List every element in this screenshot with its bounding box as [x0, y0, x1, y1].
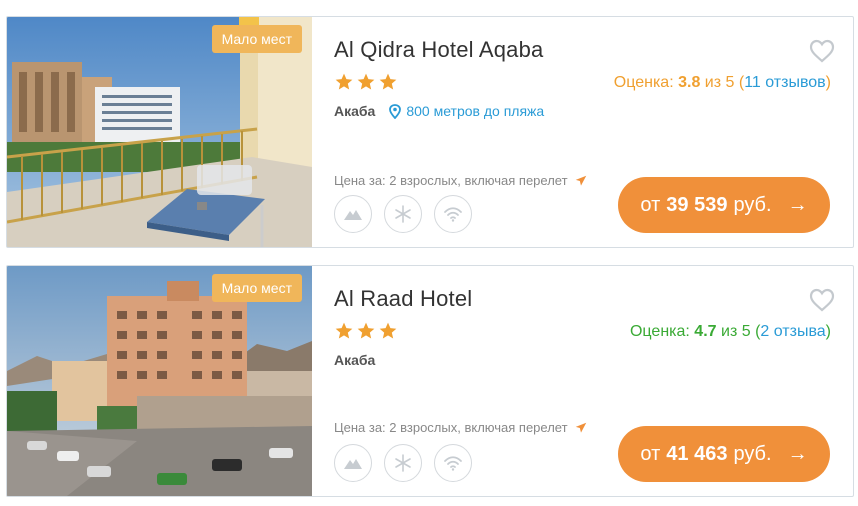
rating: Оценка: 4.7 из 5 (2 отзыва)	[630, 323, 831, 341]
rating-value: 3.8	[678, 74, 701, 91]
hotel-name[interactable]: Al Raad Hotel	[334, 286, 472, 312]
rating-close: )	[825, 74, 831, 91]
plane-icon	[575, 175, 586, 186]
mountain-icon	[344, 459, 362, 469]
price-currency: руб.	[733, 442, 772, 465]
amenities	[334, 195, 472, 233]
snowflake-icon	[395, 454, 411, 472]
price-amount: 39 539	[666, 193, 728, 216]
rating: Оценка: 3.8 из 5 (11 отзывов)	[614, 74, 831, 92]
price-for: Цена за: 2 взрослых, включая перелет	[334, 420, 588, 435]
rating-label: Оценка:	[629, 323, 690, 340]
hotel-photo[interactable]: Мало мест	[7, 17, 312, 247]
amenity	[334, 195, 372, 233]
wifi-icon	[444, 456, 462, 471]
reviews-link[interactable]: 11 отзывов	[744, 74, 825, 91]
arrow-right-icon: →	[787, 193, 808, 216]
city: Акаба	[334, 352, 376, 368]
arrow-right-icon: →	[787, 442, 808, 465]
amenity	[384, 195, 422, 233]
star-icon	[357, 73, 375, 90]
rating-value: 4.7	[694, 323, 717, 340]
amenity	[384, 444, 422, 482]
heart-icon[interactable]	[809, 288, 835, 312]
star-rating	[334, 321, 398, 341]
hotel-name[interactable]: Al Qidra Hotel Aqaba	[334, 37, 543, 63]
hotel-card[interactable]: Мало мест Al Qidra Hotel Aqaba Оценка: 3…	[6, 16, 854, 248]
amenity	[434, 444, 472, 482]
rating-label: Оценка:	[613, 74, 674, 91]
few-places-badge: Мало мест	[211, 25, 302, 53]
price-for-label: Цена за: 2 взрослых, включая перелет	[334, 173, 568, 188]
star-icon	[357, 322, 375, 339]
price-button[interactable]: от 39 539 руб. →	[618, 177, 830, 233]
star-rating	[334, 72, 398, 92]
city: Акаба	[334, 103, 376, 119]
heart-icon[interactable]	[809, 39, 835, 63]
beach-distance[interactable]: 800 метров до пляжа	[389, 103, 544, 119]
location: Акаба	[334, 352, 375, 368]
price-button[interactable]: от 41 463 руб. →	[618, 426, 830, 482]
star-icon	[335, 73, 353, 90]
price-for-label: Цена за: 2 взрослых, включая перелет	[334, 420, 568, 435]
beach-distance-label: 800 метров до пляжа	[406, 103, 545, 119]
price-prefix: от	[640, 193, 661, 216]
snowflake-icon	[395, 205, 411, 223]
star-icon	[335, 322, 353, 339]
rating-of: из 5 (	[704, 74, 745, 91]
wifi-icon	[444, 207, 462, 222]
rating-close: )	[825, 323, 831, 340]
mountain-icon	[344, 210, 362, 220]
few-places-badge: Мало мест	[211, 274, 302, 302]
plane-icon	[575, 422, 586, 433]
hotel-card[interactable]: Мало мест Al Raad Hotel Оценка: 4.7 из 5…	[6, 265, 854, 497]
map-pin-icon	[389, 103, 402, 119]
price-currency: руб.	[733, 193, 772, 216]
hotel-photo[interactable]: Мало мест	[7, 266, 312, 496]
star-icon	[379, 73, 397, 90]
rating-of: из 5 (	[721, 323, 761, 340]
amenity	[434, 195, 472, 233]
price-amount: 41 463	[666, 442, 728, 465]
reviews-link[interactable]: 2 отзыва	[760, 323, 825, 340]
price-prefix: от	[640, 442, 661, 465]
location: Акаба 800 метров до пляжа	[334, 103, 544, 119]
amenity	[334, 444, 372, 482]
star-icon	[379, 322, 397, 339]
price-for: Цена за: 2 взрослых, включая перелет	[334, 173, 588, 188]
amenities	[334, 444, 472, 482]
